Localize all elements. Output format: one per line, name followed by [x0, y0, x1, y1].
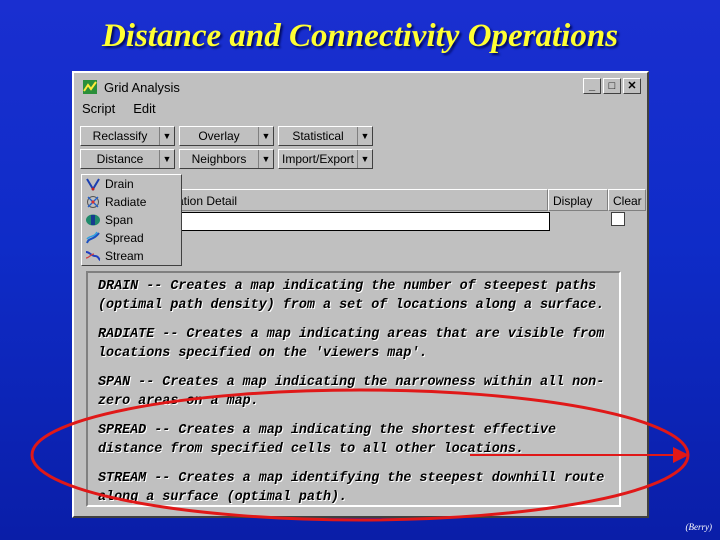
chevron-down-icon[interactable]: ▼: [258, 150, 273, 168]
menu-bar: Script Edit: [82, 101, 156, 116]
distance-menu: Drain Radiate Span Spread Stream: [81, 174, 182, 266]
credit-text: (Berry): [685, 522, 713, 532]
menu-edit[interactable]: Edit: [133, 101, 155, 116]
operation-detail-label: ation Detail: [177, 194, 238, 208]
chevron-down-icon[interactable]: ▼: [357, 127, 372, 145]
minimize-button[interactable]: _: [583, 78, 601, 94]
span-icon: [86, 214, 100, 226]
import-export-label: Import/Export: [281, 152, 355, 166]
statistical-dropdown[interactable]: Statistical ▼: [278, 126, 373, 146]
chevron-down-icon[interactable]: ▼: [159, 127, 174, 145]
reclassify-label: Reclassify: [92, 129, 148, 143]
menu-item-label: Spread: [105, 231, 144, 245]
statistical-label: Statistical: [292, 129, 344, 143]
close-button[interactable]: ✕: [623, 78, 641, 94]
chevron-down-icon[interactable]: ▼: [258, 127, 273, 145]
menu-item-spread[interactable]: Spread: [82, 229, 181, 247]
drain-icon: [86, 178, 100, 191]
stream-icon: [85, 251, 101, 261]
chevron-down-icon[interactable]: ▼: [159, 150, 174, 168]
chevron-down-icon[interactable]: ▼: [357, 150, 372, 168]
spread-icon: [86, 231, 100, 244]
menu-item-drain[interactable]: Drain: [82, 175, 181, 193]
window-title: Grid Analysis: [104, 79, 180, 95]
distance-label: Distance: [96, 152, 144, 166]
grid-analysis-window: Grid Analysis _ □ ✕ Script Edit Reclassi…: [72, 71, 649, 518]
radiate-icon: [87, 196, 99, 208]
import-export-dropdown[interactable]: Import/Export ▼: [278, 149, 373, 169]
menu-script[interactable]: Script: [82, 101, 115, 116]
overlay-dropdown[interactable]: Overlay ▼: [179, 126, 274, 146]
menu-item-stream[interactable]: Stream: [82, 247, 181, 265]
span-description: SPAN -- Creates a map indicating the nar…: [98, 375, 605, 409]
menu-item-span[interactable]: Span: [82, 211, 181, 229]
stream-description: STREAM -- Creates a map identifying the …: [98, 471, 605, 505]
toolbar-row-1: Reclassify ▼ Overlay ▼ Statistical ▼: [80, 126, 373, 146]
column-header-display[interactable]: Display: [548, 189, 608, 211]
maximize-button[interactable]: □: [603, 78, 621, 94]
clear-checkbox[interactable]: [611, 212, 625, 226]
radiate-description: RADIATE -- Creates a map indicating area…: [98, 327, 605, 361]
window-titlebar[interactable]: Grid Analysis _ □ ✕: [76, 75, 645, 99]
menu-item-label: Stream: [105, 249, 144, 263]
menu-item-label: Span: [105, 213, 134, 227]
app-icon: [83, 80, 97, 94]
spread-description: SPREAD -- Creates a map indicating the s…: [98, 423, 557, 457]
description-panel: DRAIN -- Creates a map indicating the nu…: [86, 271, 621, 507]
drain-description: DRAIN -- Creates a map indicating the nu…: [98, 279, 605, 313]
distance-dropdown[interactable]: Distance ▼: [80, 149, 175, 169]
neighbors-dropdown[interactable]: Neighbors ▼: [179, 149, 274, 169]
menu-item-label: Radiate: [105, 195, 147, 209]
reclassify-dropdown[interactable]: Reclassify ▼: [80, 126, 175, 146]
column-header-clear[interactable]: Clear: [608, 189, 646, 211]
slide-title: Distance and Connectivity Operations: [101, 18, 619, 54]
menu-item-radiate[interactable]: Radiate: [82, 193, 181, 211]
toolbar-row-2: Distance ▼ Neighbors ▼ Import/Export ▼: [80, 149, 373, 169]
overlay-label: Overlay: [198, 129, 240, 143]
menu-item-label: Drain: [105, 177, 134, 191]
neighbors-label: Neighbors: [191, 152, 247, 166]
